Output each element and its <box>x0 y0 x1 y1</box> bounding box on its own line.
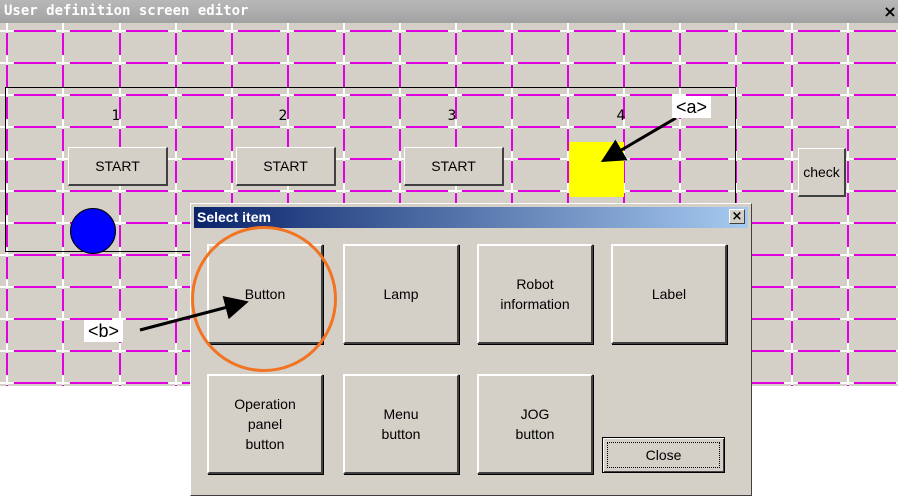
column-number-1: 1 <box>111 108 121 124</box>
dialog-close-icon[interactable]: × <box>729 209 745 224</box>
menu-button-item-button[interactable]: Menu button <box>343 374 459 474</box>
check-button[interactable]: check <box>798 148 846 197</box>
editor-close-icon[interactable]: × <box>882 3 898 20</box>
callout-b: <b> <box>84 320 124 342</box>
label-item-button[interactable]: Label <box>611 244 727 344</box>
editor-title: User definition screen editor <box>4 3 249 19</box>
callout-a: <a> <box>672 96 712 118</box>
column-number-3: 3 <box>447 108 457 124</box>
column-number-4: 4 <box>616 108 626 124</box>
selected-item-highlight[interactable] <box>569 142 624 197</box>
start-button-1[interactable]: START <box>68 147 168 186</box>
close-button[interactable]: Close <box>602 437 725 473</box>
robot-information-item-button[interactable]: Robot information <box>477 244 593 344</box>
editor-title-bar: User definition screen editor × <box>0 0 898 23</box>
select-item-dialog: Select item × Button Lamp Robot informat… <box>190 203 752 496</box>
lamp-item-button[interactable]: Lamp <box>343 244 459 344</box>
start-button-2[interactable]: START <box>236 147 336 186</box>
start-button-3[interactable]: START <box>404 147 504 186</box>
operation-panel-button-item-button[interactable]: Operation panel button <box>207 374 323 474</box>
dialog-title-bar: Select item × <box>194 207 748 228</box>
jog-button-item-button[interactable]: JOG button <box>477 374 593 474</box>
dialog-title: Select item <box>197 209 271 225</box>
lamp-indicator[interactable] <box>70 208 116 254</box>
column-number-2: 2 <box>278 108 288 124</box>
close-button-label: Close <box>607 442 720 468</box>
button-item-button[interactable]: Button <box>207 244 323 344</box>
